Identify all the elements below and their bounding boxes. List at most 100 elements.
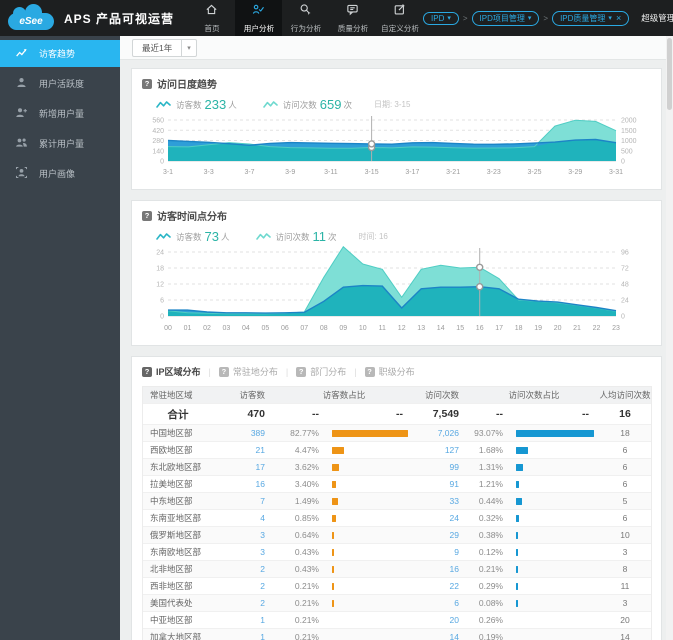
total-visitors-bar: -- <box>396 408 403 420</box>
table-row: 西非地区部 2 0.21% 22 0.29% 11 <box>143 578 651 595</box>
marker-note: 时间: 16 <box>358 232 388 241</box>
visits-count-link[interactable]: 7,026 <box>413 428 469 438</box>
svg-text:48: 48 <box>621 282 629 289</box>
table-row: 东南亚地区部 4 0.85% 24 0.32% 6 <box>143 510 651 527</box>
close-icon[interactable]: × <box>616 13 621 23</box>
sidebar-item-user-portrait[interactable]: 用户画像 <box>0 160 120 187</box>
custom-analytics-icon <box>393 3 406 21</box>
nav-item-behavior-analytics[interactable]: 行为分析 <box>282 0 329 36</box>
svg-text:420: 420 <box>152 128 164 135</box>
table-row: 东北欧地区部 17 3.62% 99 1.31% 6 <box>143 459 651 476</box>
svg-text:12: 12 <box>398 325 406 332</box>
sidebar-item-label: 用户活跃度 <box>39 79 85 89</box>
visitors-count-link[interactable]: 4 <box>213 513 275 523</box>
visitors-count-link[interactable]: 2 <box>213 598 275 608</box>
esee-logo[interactable]: eSee <box>8 3 54 30</box>
visits-count-link[interactable]: 22 <box>413 581 469 591</box>
scrollbar-thumb[interactable] <box>667 38 672 110</box>
visitors-count-link[interactable]: 1 <box>213 632 275 640</box>
date-range-picker[interactable]: 最近1年 ▾ <box>132 38 197 57</box>
visits-pct: 0.32% <box>478 513 503 523</box>
visits-count-link[interactable]: 91 <box>413 479 469 489</box>
visitors-count-link[interactable]: 16 <box>213 479 275 489</box>
visits-count-link[interactable]: 33 <box>413 496 469 506</box>
svg-text:04: 04 <box>242 325 250 332</box>
table-row: 中东地区部 7 1.49% 33 0.44% 5 <box>143 493 651 510</box>
visits-count-link[interactable]: 14 <box>413 632 469 640</box>
visits-count-link[interactable]: 20 <box>413 615 469 625</box>
tab-rank[interactable]: ? 职级分布 <box>364 365 415 378</box>
distribution-tabs: ? IP区域分布 |? 常驻地分布 |? 部门分布 |? 职级分布 <box>142 365 651 378</box>
user-activity-icon <box>15 76 28 91</box>
caret-down-icon[interactable]: ▾ <box>608 15 612 22</box>
scrollbar[interactable] <box>666 36 673 640</box>
date-range-value: 最近1年 <box>132 38 183 57</box>
nav-item-user-analytics[interactable]: 用户分析 <box>235 0 283 36</box>
total-visits: 7,549 <box>432 408 459 420</box>
sidebar-item-visitor-trend[interactable]: 访客趋势 <box>0 40 120 67</box>
visitors-pct-bar <box>329 497 413 505</box>
visits-pct: 0.08% <box>478 598 503 608</box>
help-icon[interactable]: ? <box>142 210 152 221</box>
visitors-count-link[interactable]: 17 <box>213 462 275 472</box>
visits-count-link[interactable]: 16 <box>413 564 469 574</box>
app-title: APS 产品可视运营 <box>64 11 175 26</box>
avg-visits: 20 <box>620 615 630 625</box>
visitors-count-link[interactable]: 7 <box>213 496 275 506</box>
avg-visits: 3 <box>622 598 628 608</box>
visits-count-link[interactable]: 29 <box>413 530 469 540</box>
help-icon: ? <box>296 366 307 377</box>
tab-ip-region[interactable]: ? IP区域分布 <box>142 365 201 378</box>
visitors-count-link[interactable]: 3 <box>213 547 275 557</box>
content: 最近1年 ▾ ? 访问日度趋势 访客数 233 人 访问次数 659 次 日期:… <box>120 36 673 640</box>
sidebar-item-user-activity[interactable]: 用户活跃度 <box>0 70 120 97</box>
visitors-count-link[interactable]: 2 <box>213 564 275 574</box>
visits-pct-bar <box>513 548 599 556</box>
nav-item-custom-analytics[interactable]: 自定义分析 <box>376 0 423 36</box>
visits-count-link[interactable]: 127 <box>413 445 469 455</box>
svg-text:3-1: 3-1 <box>163 169 173 176</box>
hourly-distribution-chart[interactable]: 0 0 6 24 12 48 18 72 24 96 00 01 02 03 04 05 06 07 08 09 10 1… <box>142 245 651 339</box>
wave-icon <box>262 101 278 108</box>
breadcrumb-pill-ipd[interactable]: IPD ▾ <box>423 11 459 25</box>
svg-text:17: 17 <box>495 325 503 332</box>
sidebar-item-new-users[interactable]: 新增用户量 <box>0 100 120 127</box>
help-icon[interactable]: ? <box>142 78 152 89</box>
nav-item-quality-analytics[interactable]: 质量分析 <box>329 0 376 36</box>
visits-stat: 访问次数 11 次 <box>255 229 337 244</box>
visitors-count-link[interactable]: 21 <box>213 445 275 455</box>
tab-residence[interactable]: ? 常驻地分布 <box>218 365 278 378</box>
tab-label: IP区域分布 <box>156 367 201 377</box>
card-title: 访问日度趋势 <box>157 80 217 91</box>
visitors-count-link[interactable]: 1 <box>213 615 275 625</box>
nav-item-home[interactable]: 首页 <box>188 0 235 36</box>
tab-department[interactable]: ? 部门分布 <box>296 365 346 378</box>
caret-down-icon[interactable]: ▾ <box>447 15 451 22</box>
tab-label: 部门分布 <box>310 367 347 377</box>
svg-text:10: 10 <box>359 325 367 332</box>
total-visits-bar: -- <box>582 408 589 420</box>
visitors-pct: 0.85% <box>294 513 319 523</box>
logo-text: eSee <box>19 15 43 27</box>
visitors-count-link[interactable]: 389 <box>213 428 275 438</box>
svg-text:0: 0 <box>621 159 625 166</box>
breadcrumb-pill-ipd-quality[interactable]: IPD质量管理 ▾ × <box>552 10 630 26</box>
caret-down-icon[interactable]: ▾ <box>528 15 532 22</box>
daily-trend-chart[interactable]: 0 0 140 500 280 1000 420 1500 560 2000 3-1 3-3 3-7 3-… <box>142 114 651 183</box>
visits-count-link[interactable]: 9 <box>413 547 469 557</box>
visitors-count-link[interactable]: 2 <box>213 581 275 591</box>
visits-count-link[interactable]: 6 <box>413 598 469 608</box>
caret-down-icon[interactable]: ▾ <box>182 38 197 57</box>
svg-text:280: 280 <box>152 138 164 145</box>
visits-count-link[interactable]: 99 <box>413 462 469 472</box>
visits-count-link[interactable]: 24 <box>413 513 469 523</box>
chevron-separator: > <box>543 13 549 23</box>
svg-text:02: 02 <box>203 325 211 332</box>
visitors-count-link[interactable]: 3 <box>213 530 275 540</box>
avg-visits: 6 <box>622 462 628 472</box>
sidebar-item-total-users[interactable]: 累计用户量 <box>0 130 120 157</box>
breadcrumb-pill-ipd-project[interactable]: IPD项目管理 ▾ <box>471 10 540 26</box>
region-name: 加拿大地区部 <box>150 632 202 640</box>
svg-text:3-25: 3-25 <box>527 169 541 176</box>
svg-text:23: 23 <box>612 325 620 332</box>
